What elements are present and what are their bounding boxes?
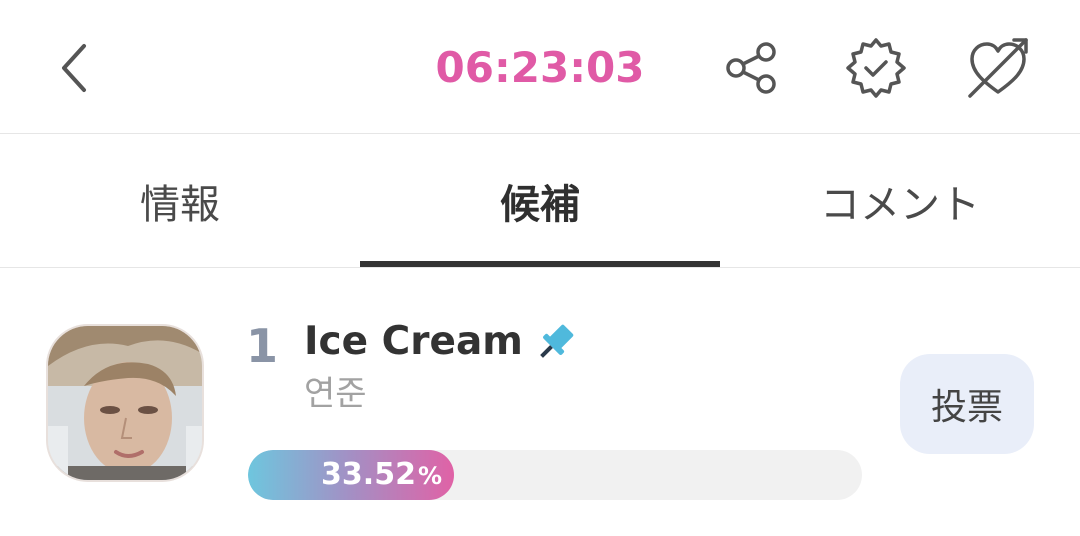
candidate-rank: 1 [246,319,279,373]
vote-progress-fill: 33.52% [248,450,454,500]
share-button[interactable] [718,34,786,102]
tab-bar: 情報 候補 コメント [0,135,1080,268]
top-bar: 06:23:03 [0,0,1080,134]
tab-candidates[interactable]: 候補 [360,135,720,267]
back-button[interactable] [44,30,104,106]
candidate-row: 1 Ice Cream 연준 33.52% 投票 [0,268,1080,536]
candidate-title: Ice Cream [304,319,523,364]
active-tab-indicator [360,261,720,267]
verified-badge-icon [846,38,906,98]
vote-button[interactable]: 投票 [900,354,1034,454]
candidate-avatar [46,324,204,482]
tab-info[interactable]: 情報 [0,135,360,267]
candidate-artist: 연준 [304,374,367,414]
vote-percentage: 33.52% [321,450,442,500]
share-icon [726,42,776,94]
vote-percentage-value: 33.52 [321,457,416,492]
back-arrow-icon [62,44,86,92]
vote-progress-bar: 33.52% [248,450,862,500]
countdown-timer: 06:23:03 [435,43,645,92]
pin-icon [540,324,574,358]
tab-comments[interactable]: コメント [720,135,1080,267]
verified-button[interactable] [842,34,910,102]
favorite-button[interactable] [964,34,1032,102]
vote-percentage-sign: % [417,462,442,490]
heart-arrow-icon [968,38,1028,98]
